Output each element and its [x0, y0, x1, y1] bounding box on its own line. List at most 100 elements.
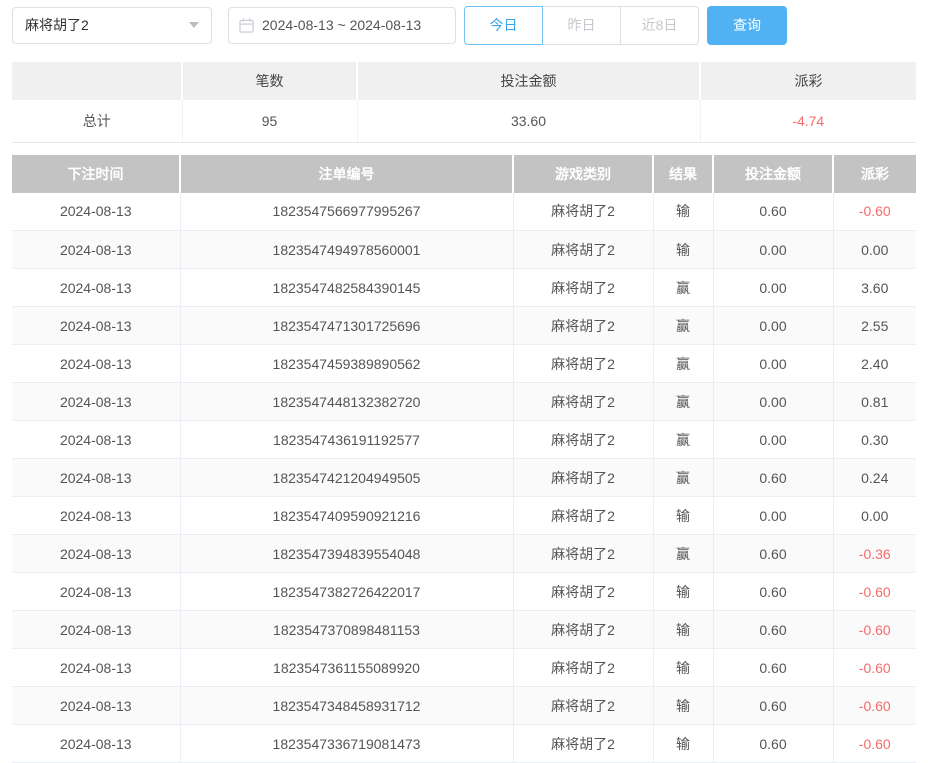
cell-bet-time: 2024-08-13 — [12, 383, 180, 421]
table-row: 2024-08-13 1823547482584390145 麻将胡了2 赢 0… — [12, 269, 916, 307]
summary-total-label: 总计 — [12, 100, 182, 142]
last-8-days-button[interactable]: 近8日 — [620, 6, 699, 45]
table-row: 2024-08-13 1823547471301725696 麻将胡了2 赢 0… — [12, 307, 916, 345]
cell-bet-number: 1823547348458931712 — [180, 687, 513, 725]
chevron-down-icon — [189, 22, 199, 28]
cell-bet-time: 2024-08-13 — [12, 421, 180, 459]
table-row: 2024-08-13 1823547448132382720 麻将胡了2 赢 0… — [12, 383, 916, 421]
cell-result: 输 — [653, 611, 713, 649]
cell-game-category: 麻将胡了2 — [513, 345, 653, 383]
cell-payout: -0.36 — [833, 535, 916, 573]
table-row: 2024-08-13 1823547409590921216 麻将胡了2 输 0… — [12, 497, 916, 535]
table-row: 2024-08-13 1823547348458931712 麻将胡了2 输 0… — [12, 687, 916, 725]
cell-game-category: 麻将胡了2 — [513, 269, 653, 307]
cell-game-category: 麻将胡了2 — [513, 307, 653, 345]
cell-payout: -0.60 — [833, 611, 916, 649]
cell-bet-amount: 0.60 — [713, 725, 833, 763]
cell-bet-amount: 0.00 — [713, 497, 833, 535]
cell-bet-time: 2024-08-13 — [12, 231, 180, 269]
cell-bet-number: 1823547394839554048 — [180, 535, 513, 573]
cell-payout: 2.55 — [833, 307, 916, 345]
cell-payout: 0.81 — [833, 383, 916, 421]
summary-header-bet-amount: 投注金额 — [357, 62, 700, 100]
cell-game-category: 麻将胡了2 — [513, 649, 653, 687]
table-row: 2024-08-13 1823547436191192577 麻将胡了2 赢 0… — [12, 421, 916, 459]
cell-result: 赢 — [653, 269, 713, 307]
header-payout: 派彩 — [833, 155, 916, 193]
cell-payout: 2.40 — [833, 345, 916, 383]
cell-bet-time: 2024-08-13 — [12, 307, 180, 345]
header-bet-amount: 投注金额 — [713, 155, 833, 193]
cell-bet-amount: 0.00 — [713, 307, 833, 345]
table-row: 2024-08-13 1823547382726422017 麻将胡了2 输 0… — [12, 573, 916, 611]
cell-game-category: 麻将胡了2 — [513, 193, 653, 231]
summary-header-row: 笔数 投注金额 派彩 — [12, 62, 916, 100]
cell-bet-amount: 0.00 — [713, 421, 833, 459]
cell-bet-time: 2024-08-13 — [12, 573, 180, 611]
bet-records-table: 下注时间 注单编号 游戏类别 结果 投注金额 派彩 2024-08-13 182… — [12, 155, 916, 763]
cell-bet-time: 2024-08-13 — [12, 193, 180, 231]
cell-bet-time: 2024-08-13 — [12, 611, 180, 649]
cell-bet-number: 1823547382726422017 — [180, 573, 513, 611]
query-button[interactable]: 查询 — [707, 6, 787, 45]
cell-result: 输 — [653, 573, 713, 611]
table-row: 2024-08-13 1823547361155089920 麻将胡了2 输 0… — [12, 649, 916, 687]
date-range-picker[interactable]: 2024-08-13 ~ 2024-08-13 — [228, 7, 456, 44]
cell-game-category: 麻将胡了2 — [513, 725, 653, 763]
cell-bet-time: 2024-08-13 — [12, 725, 180, 763]
cell-result: 输 — [653, 725, 713, 763]
table-row: 2024-08-13 1823547336719081473 麻将胡了2 输 0… — [12, 725, 916, 763]
cell-bet-time: 2024-08-13 — [12, 497, 180, 535]
summary-total-row: 总计 95 33.60 -4.74 — [12, 100, 916, 142]
today-button[interactable]: 今日 — [464, 6, 543, 45]
cell-payout: -0.60 — [833, 687, 916, 725]
table-row: 2024-08-13 1823547566977995267 麻将胡了2 输 0… — [12, 193, 916, 231]
cell-bet-number: 1823547336719081473 — [180, 725, 513, 763]
cell-result: 输 — [653, 231, 713, 269]
table-row: 2024-08-13 1823547370898481153 麻将胡了2 输 0… — [12, 611, 916, 649]
cell-bet-time: 2024-08-13 — [12, 649, 180, 687]
cell-payout: -0.60 — [833, 193, 916, 231]
cell-payout: -0.60 — [833, 725, 916, 763]
table-row: 2024-08-13 1823547421204949505 麻将胡了2 赢 0… — [12, 459, 916, 497]
cell-bet-number: 1823547482584390145 — [180, 269, 513, 307]
cell-game-category: 麻将胡了2 — [513, 497, 653, 535]
cell-bet-time: 2024-08-13 — [12, 459, 180, 497]
cell-game-category: 麻将胡了2 — [513, 459, 653, 497]
cell-bet-number: 1823547409590921216 — [180, 497, 513, 535]
cell-bet-amount: 0.60 — [713, 573, 833, 611]
calendar-icon — [239, 18, 254, 33]
quick-range-button-group: 今日 昨日 近8日 — [464, 6, 699, 45]
bet-table-body: 2024-08-13 1823547566977995267 麻将胡了2 输 0… — [12, 193, 916, 763]
cell-game-category: 麻将胡了2 — [513, 535, 653, 573]
cell-game-category: 麻将胡了2 — [513, 687, 653, 725]
cell-bet-number: 1823547471301725696 — [180, 307, 513, 345]
cell-bet-number: 1823547361155089920 — [180, 649, 513, 687]
header-bet-number: 注单编号 — [180, 155, 513, 193]
cell-game-category: 麻将胡了2 — [513, 573, 653, 611]
cell-bet-amount: 0.60 — [713, 193, 833, 231]
cell-bet-amount: 0.60 — [713, 611, 833, 649]
cell-payout: -0.60 — [833, 649, 916, 687]
yesterday-button[interactable]: 昨日 — [542, 6, 621, 45]
cell-bet-amount: 0.60 — [713, 687, 833, 725]
cell-payout: 3.60 — [833, 269, 916, 307]
bet-table-header-row: 下注时间 注单编号 游戏类别 结果 投注金额 派彩 — [12, 155, 916, 193]
cell-bet-number: 1823547566977995267 — [180, 193, 513, 231]
cell-result: 赢 — [653, 535, 713, 573]
cell-bet-number: 1823547459389890562 — [180, 345, 513, 383]
cell-bet-number: 1823547494978560001 — [180, 231, 513, 269]
cell-bet-number: 1823547421204949505 — [180, 459, 513, 497]
cell-game-category: 麻将胡了2 — [513, 611, 653, 649]
summary-header-count: 笔数 — [182, 62, 357, 100]
cell-bet-amount: 0.00 — [713, 345, 833, 383]
cell-payout: 0.24 — [833, 459, 916, 497]
cell-game-category: 麻将胡了2 — [513, 231, 653, 269]
cell-payout: -0.60 — [833, 573, 916, 611]
game-select-value: 麻将胡了2 — [25, 15, 89, 35]
cell-result: 赢 — [653, 383, 713, 421]
cell-bet-number: 1823547448132382720 — [180, 383, 513, 421]
summary-table: 笔数 投注金额 派彩 总计 95 33.60 -4.74 — [12, 62, 916, 143]
summary-total-bet-amount: 33.60 — [357, 100, 700, 142]
game-select[interactable]: 麻将胡了2 — [12, 7, 212, 44]
